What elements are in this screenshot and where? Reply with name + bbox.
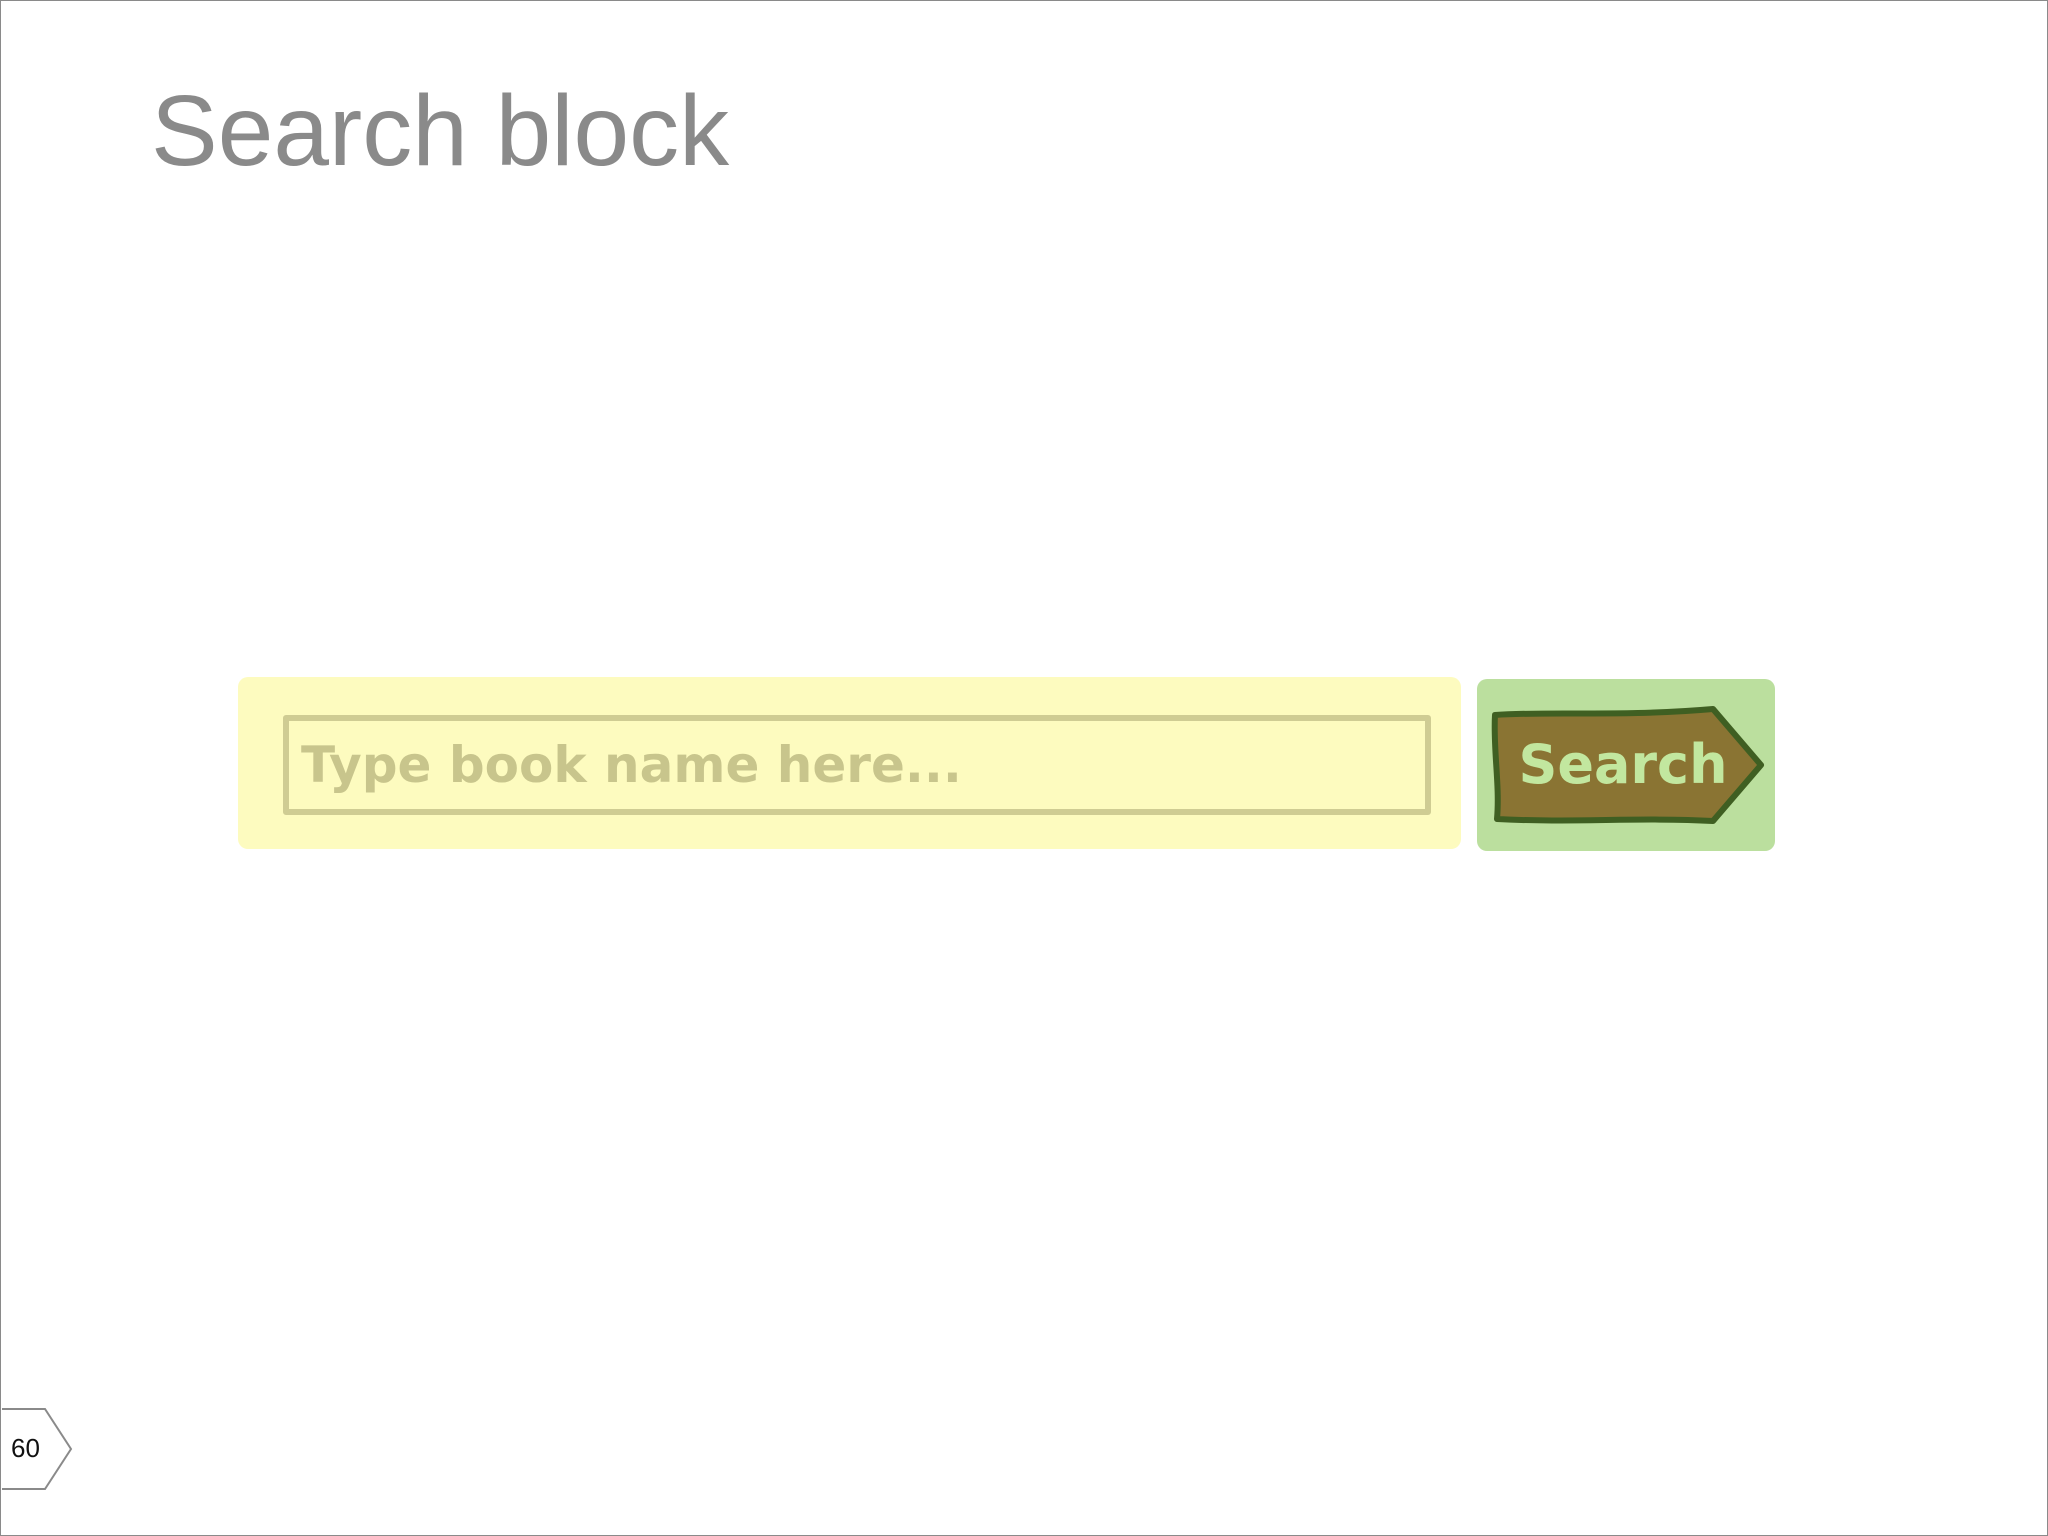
search-button-label: Search [1518, 733, 1728, 796]
page-number-badge: 60 [1, 1407, 73, 1491]
search-button[interactable]: Search [1491, 705, 1767, 825]
page-title: Search block [151, 75, 730, 187]
search-input[interactable] [283, 715, 1431, 815]
page-number: 60 [11, 1433, 40, 1463]
slide: Search block Search 60 [0, 0, 2048, 1536]
